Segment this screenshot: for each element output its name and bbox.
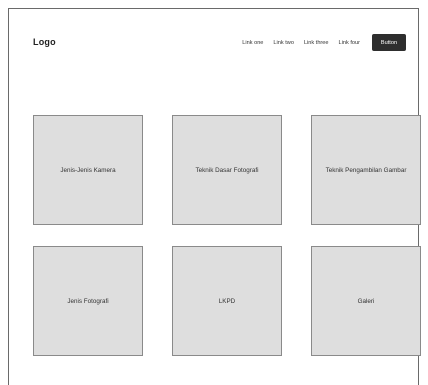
card-label: Teknik Dasar Fotografi bbox=[195, 166, 259, 174]
card-label: Teknik Pengambilan Gambar bbox=[325, 166, 407, 174]
card-galeri[interactable]: Galeri bbox=[311, 246, 421, 356]
card-jenis-fotografi[interactable]: Jenis Fotografi bbox=[33, 246, 143, 356]
card-jenis-jenis-kamera[interactable]: Jenis-Jenis Kamera bbox=[33, 115, 143, 225]
card-lkpd[interactable]: LKPD bbox=[172, 246, 282, 356]
nav-link-one[interactable]: Link one bbox=[242, 40, 263, 46]
card-label: LKPD bbox=[218, 297, 236, 305]
card-grid: Jenis-Jenis Kamera Teknik Dasar Fotograf… bbox=[33, 115, 421, 356]
nav-link-three[interactable]: Link three bbox=[304, 40, 329, 46]
card-label: Jenis-Jenis Kamera bbox=[60, 166, 116, 174]
logo[interactable]: Logo bbox=[33, 37, 56, 47]
card-teknik-dasar-fotografi[interactable]: Teknik Dasar Fotografi bbox=[172, 115, 282, 225]
page-frame: Logo Link one Link two Link three Link f… bbox=[8, 8, 421, 385]
top-nav: Link one Link two Link three Link four B… bbox=[242, 34, 406, 51]
nav-link-four[interactable]: Link four bbox=[339, 40, 360, 46]
header-button[interactable]: Button bbox=[372, 34, 406, 51]
nav-link-two[interactable]: Link two bbox=[273, 40, 294, 46]
card-label: Jenis Fotografi bbox=[67, 297, 109, 305]
card-teknik-pengambilan-gambar[interactable]: Teknik Pengambilan Gambar bbox=[311, 115, 421, 225]
card-label: Galeri bbox=[357, 297, 375, 305]
